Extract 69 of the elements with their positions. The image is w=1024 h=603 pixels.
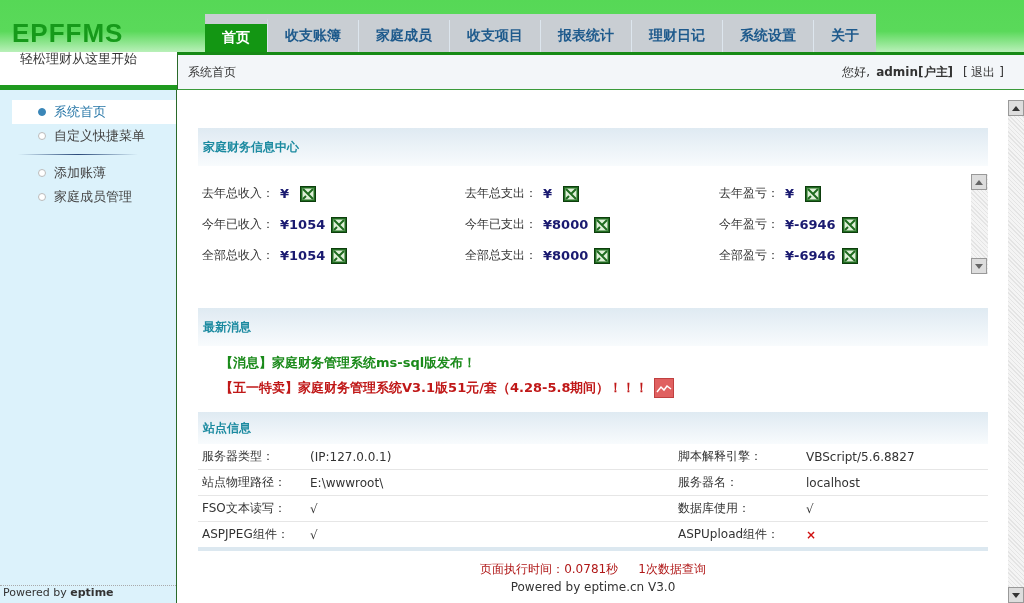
news-link[interactable]: 【五一特卖】家庭财务管理系统V3.1版51元/套（4.28-5.8期间）！！！	[220, 379, 649, 397]
stat-label: 去年盈亏：	[719, 185, 779, 202]
stat-value: ¥1054	[280, 248, 326, 263]
news-link[interactable]: 【消息】家庭财务管理系统ms-sql版发布！	[220, 354, 477, 372]
sidebar-item[interactable]: 自定义快捷菜单	[12, 124, 176, 148]
info-label: FSO文本读写：	[198, 495, 306, 522]
stat-label: 全部总支出：	[465, 247, 537, 264]
stat-value: ¥8000	[543, 248, 589, 263]
spreadsheet-icon[interactable]	[331, 216, 348, 233]
nav-tab[interactable]: 关于	[814, 20, 876, 52]
sidebar-item[interactable]: 添加账薄	[12, 161, 176, 185]
stat-value: ¥-6946	[785, 217, 836, 232]
stat-label: 今年已支出：	[465, 216, 537, 233]
check-mark: √	[306, 495, 674, 522]
stat-label: 全部总收入：	[202, 247, 274, 264]
stat-label: 去年总收入：	[202, 185, 274, 202]
section-header: 家庭财务信息中心	[198, 128, 988, 166]
execution-time: 页面执行时间：0.0781秒	[480, 561, 619, 578]
powered-by: Powered by eptime	[0, 585, 176, 603]
logout-link[interactable]: [ 退出 ]	[963, 63, 1004, 81]
stat-value: ¥1054	[280, 217, 326, 232]
scroll-down-icon[interactable]	[1012, 592, 1020, 598]
section-header: 最新消息	[198, 308, 988, 346]
spreadsheet-icon[interactable]	[300, 185, 316, 202]
stat-value: ¥	[785, 186, 796, 201]
info-value: (IP:127.0.0.1)	[306, 444, 674, 470]
info-value: localhost	[802, 469, 988, 496]
scroll-down-icon[interactable]	[975, 263, 983, 269]
stat-value: ¥-6946	[785, 248, 836, 263]
info-label: 服务器类型：	[198, 444, 306, 470]
scroll-up-icon[interactable]	[1012, 105, 1020, 111]
breadcrumb: 系统首页	[188, 63, 236, 81]
info-label: 数据库使用：	[674, 495, 802, 522]
spreadsheet-icon[interactable]	[594, 247, 611, 264]
stat-value: ¥	[280, 186, 291, 201]
spreadsheet-icon[interactable]	[594, 216, 611, 233]
stat-label: 今年已收入：	[202, 216, 274, 233]
info-value: VBScript/5.6.8827	[802, 444, 988, 470]
stat-label: 全部盈亏：	[719, 247, 779, 264]
info-label: 脚本解释引擎：	[674, 444, 802, 470]
scrollbar[interactable]	[971, 174, 988, 274]
stat-value: ¥	[543, 186, 554, 201]
spreadsheet-icon[interactable]	[805, 185, 821, 202]
info-label: 站点物理路径：	[198, 469, 306, 496]
section-header: 站点信息	[198, 412, 988, 444]
slogan: 轻松理财从这里开始	[19, 50, 138, 68]
stat-label: 去年总支出：	[465, 185, 537, 202]
check-mark: √	[802, 495, 988, 522]
scrollbar[interactable]	[1008, 100, 1024, 603]
info-label: ASPJPEG组件：	[198, 521, 306, 549]
user-name: admin[户主]	[876, 63, 953, 81]
powered-by: Powered by eptime.cn V3.0	[510, 580, 676, 594]
scroll-up-icon[interactable]	[975, 179, 983, 185]
spreadsheet-icon[interactable]	[841, 247, 858, 264]
spreadsheet-icon[interactable]	[331, 247, 348, 264]
sidebar-item[interactable]: 家庭成员管理	[12, 185, 176, 209]
check-mark: √	[306, 521, 674, 549]
info-value: E:\wwwroot\	[306, 469, 674, 496]
info-label: 服务器名：	[674, 469, 802, 496]
cross-mark: ×	[802, 521, 988, 549]
info-label: ASPUpload组件：	[674, 521, 802, 549]
greeting: 您好,	[842, 63, 871, 81]
spreadsheet-icon[interactable]	[563, 185, 579, 202]
query-count: 1次数据查询	[638, 561, 706, 578]
logo: EPFFMS	[11, 17, 125, 50]
spreadsheet-icon[interactable]	[841, 216, 858, 233]
stat-label: 今年盈亏：	[719, 216, 779, 233]
sidebar-item[interactable]: 系统首页	[12, 100, 176, 124]
stat-value: ¥8000	[543, 217, 589, 232]
